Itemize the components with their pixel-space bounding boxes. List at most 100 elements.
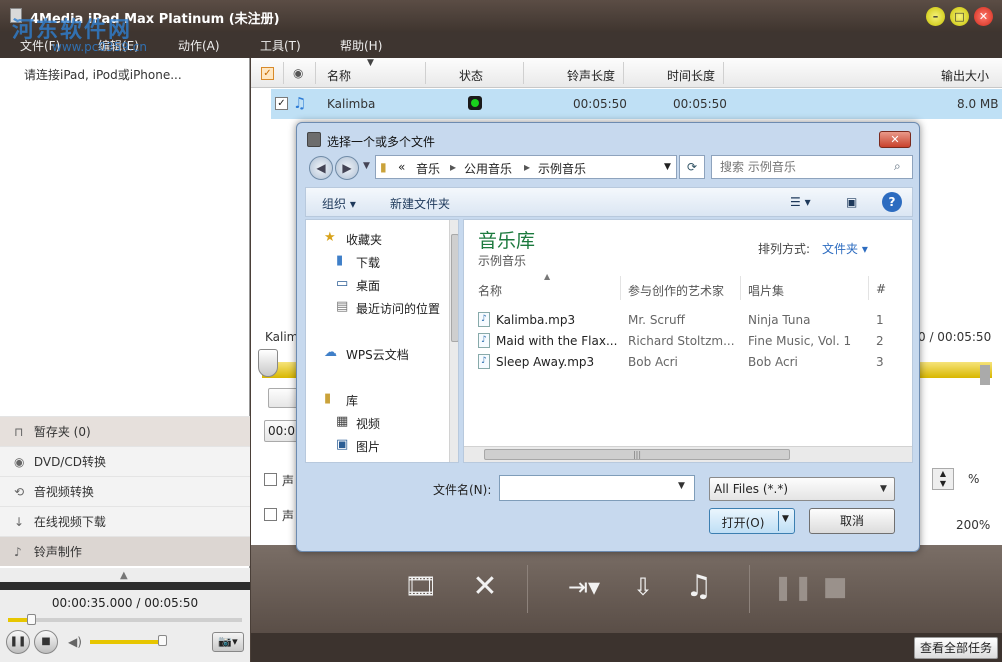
menu-action[interactable]: 动作(A) bbox=[178, 37, 220, 54]
tray-icon: ⊓ bbox=[14, 425, 24, 439]
nav-desktop[interactable]: 桌面 bbox=[356, 277, 380, 294]
option-checkbox-1[interactable] bbox=[264, 473, 277, 486]
stop-task-icon[interactable]: ■ bbox=[817, 567, 853, 607]
open-dropdown-icon[interactable]: ▼ bbox=[782, 514, 789, 524]
header-ringtone-length[interactable]: 铃声长度 bbox=[567, 67, 615, 84]
nav-favorites[interactable]: 收藏夹 bbox=[346, 231, 382, 248]
add-file-icon[interactable]: 🎞 bbox=[401, 567, 441, 607]
menu-tools[interactable]: 工具(T) bbox=[260, 37, 301, 54]
nav-scrollbar[interactable] bbox=[449, 220, 458, 462]
column-artist[interactable]: 参与创作的艺术家 bbox=[628, 282, 724, 299]
new-folder-button[interactable]: 新建文件夹 bbox=[390, 195, 450, 212]
view-options-icon[interactable]: ☰ ▾ bbox=[790, 195, 811, 209]
minimize-button[interactable]: – bbox=[926, 7, 945, 26]
volume-knob[interactable] bbox=[158, 635, 167, 646]
pause-task-icon[interactable]: ❚❚ bbox=[773, 567, 813, 607]
back-button[interactable]: ◀ bbox=[309, 156, 333, 180]
bottom-toolbar: 🎞 ✕ ⇥▾ ⇩ ♫ ❚❚ ■ bbox=[251, 545, 1002, 633]
collapse-arrow-icon[interactable]: ▲ bbox=[120, 570, 128, 581]
search-input[interactable] bbox=[720, 159, 890, 175]
star-icon: ★ bbox=[324, 230, 336, 245]
trim-end-marker[interactable] bbox=[980, 365, 990, 385]
nav-item-label: DVD/CD转换 bbox=[33, 455, 106, 469]
select-all-checkbox[interactable]: ✓ bbox=[261, 67, 274, 80]
row-name: Kalimba bbox=[327, 97, 376, 111]
cancel-button[interactable]: 取消 bbox=[809, 508, 895, 534]
address-segment-music[interactable]: 音乐 bbox=[416, 160, 440, 177]
file-album: Bob Acri bbox=[748, 355, 798, 369]
column-number[interactable]: # bbox=[876, 282, 886, 296]
option-checkbox-2[interactable] bbox=[264, 508, 277, 521]
pictures-icon: ▣ bbox=[336, 437, 349, 452]
header-status[interactable]: 状态 bbox=[459, 67, 483, 84]
content-hscroll-thumb[interactable]: ||| bbox=[484, 449, 790, 460]
list-item[interactable]: ♪ Sleep Away.mp3 Bob Acri Bob Acri 3 bbox=[478, 352, 908, 372]
pause-button[interactable]: ❚❚ bbox=[6, 630, 30, 654]
stop-button[interactable]: ■ bbox=[34, 630, 58, 654]
row-checkbox[interactable]: ✓ bbox=[275, 97, 288, 110]
address-dropdown-icon[interactable]: ▼ bbox=[664, 162, 671, 172]
percent-stepper[interactable]: ▲ ▼ bbox=[932, 468, 954, 490]
filename-combobox[interactable]: ▼ bbox=[499, 475, 695, 501]
import-icon[interactable]: ⇥▾ bbox=[559, 567, 609, 607]
content-hscrollbar[interactable]: ||| bbox=[464, 446, 912, 462]
menu-file[interactable]: 文件(F) bbox=[20, 37, 60, 54]
organize-button[interactable]: 组织 ▾ bbox=[322, 195, 356, 212]
address-bar[interactable]: ▮ « 音乐 ▸ 公用音乐 ▸ 示例音乐 ▼ bbox=[375, 155, 677, 179]
delete-icon[interactable]: ✕ bbox=[465, 567, 505, 607]
menu-help[interactable]: 帮助(H) bbox=[340, 37, 382, 54]
command-bar: 组织 ▾ 新建文件夹 ☰ ▾ ▣ ? bbox=[305, 187, 913, 217]
trim-button[interactable] bbox=[268, 388, 298, 408]
snapshot-button[interactable]: 📷▾ bbox=[212, 632, 244, 652]
nav-item-tray[interactable]: ⊓ 暂存夹 (0) bbox=[0, 416, 250, 446]
nav-wps[interactable]: WPS云文档 bbox=[346, 346, 409, 363]
address-segment-sample-music[interactable]: 示例音乐 bbox=[538, 160, 586, 177]
recent-places-icon: ▤ bbox=[336, 299, 349, 314]
filename-input[interactable] bbox=[504, 480, 674, 496]
column-name[interactable]: 名称 bbox=[478, 282, 502, 299]
option-label-2: 声 bbox=[282, 509, 295, 523]
nav-item-ringtone[interactable]: ♪ 铃声制作 bbox=[0, 536, 250, 566]
nav-scroll-thumb[interactable] bbox=[451, 234, 458, 342]
list-item[interactable]: ♪ Kalimba.mp3 Mr. Scruff Ninja Tuna 1 bbox=[478, 310, 908, 330]
seek-knob[interactable] bbox=[27, 614, 37, 625]
header-output-size[interactable]: 输出大小 bbox=[941, 67, 989, 84]
preview-area bbox=[0, 582, 250, 590]
refresh-button[interactable]: ⟳ bbox=[679, 155, 705, 179]
start-time-field[interactable]: 00:0 bbox=[264, 420, 298, 442]
arrange-dropdown[interactable]: 文件夹 ▾ bbox=[822, 240, 868, 257]
device-hint: 请连接iPad, iPod或iPhone... bbox=[24, 68, 182, 82]
search-box[interactable]: ⌕ bbox=[711, 155, 913, 179]
close-button[interactable]: ✕ bbox=[974, 7, 993, 26]
export-icon[interactable]: ⇩ bbox=[623, 567, 663, 607]
header-duration[interactable]: 时间长度 bbox=[667, 67, 715, 84]
seek-slider[interactable] bbox=[8, 614, 242, 625]
trim-start-marker[interactable] bbox=[258, 349, 278, 377]
help-icon[interactable]: ? bbox=[882, 192, 902, 212]
address-segment-public-music[interactable]: 公用音乐 bbox=[464, 160, 512, 177]
nav-libraries[interactable]: 库 bbox=[346, 392, 358, 409]
header-name[interactable]: 名称 bbox=[327, 67, 351, 84]
forward-button[interactable]: ▶ bbox=[335, 156, 359, 180]
file-type-select[interactable]: All Files (*.*) ▼ bbox=[709, 477, 895, 501]
menu-edit[interactable]: 编辑(E) bbox=[98, 37, 139, 54]
ringtone-icon[interactable]: ♫ bbox=[679, 567, 719, 607]
filename-dropdown-icon[interactable]: ▼ bbox=[678, 481, 685, 491]
nav-item-download[interactable]: ↓ 在线视频下载 bbox=[0, 506, 250, 536]
volume-slider[interactable] bbox=[90, 640, 162, 644]
nav-videos[interactable]: 视频 bbox=[356, 415, 380, 432]
history-dropdown-icon[interactable]: ▼ bbox=[363, 161, 370, 171]
nav-pictures[interactable]: 图片 bbox=[356, 438, 380, 455]
nav-downloads[interactable]: 下载 bbox=[356, 254, 380, 271]
table-row[interactable]: ✓ ♫ Kalimba 00:05:50 00:05:50 8.0 MB bbox=[271, 89, 1002, 119]
view-all-tasks-button[interactable]: 查看全部任务 bbox=[914, 637, 998, 659]
nav-recent[interactable]: 最近访问的位置 bbox=[356, 300, 440, 317]
list-item[interactable]: ♪ Maid with the Flax... Richard Stoltzm.… bbox=[478, 331, 908, 351]
column-album[interactable]: 唱片集 bbox=[748, 282, 784, 299]
maximize-button[interactable]: □ bbox=[950, 7, 969, 26]
nav-item-dvd[interactable]: ◉ DVD/CD转换 bbox=[0, 446, 250, 476]
dialog-close-button[interactable]: ✕ bbox=[879, 131, 911, 148]
open-button[interactable]: 打开(O) ▼ bbox=[709, 508, 795, 534]
preview-pane-icon[interactable]: ▣ bbox=[846, 195, 857, 209]
nav-item-convert[interactable]: ⟲ 音视频转换 bbox=[0, 476, 250, 506]
